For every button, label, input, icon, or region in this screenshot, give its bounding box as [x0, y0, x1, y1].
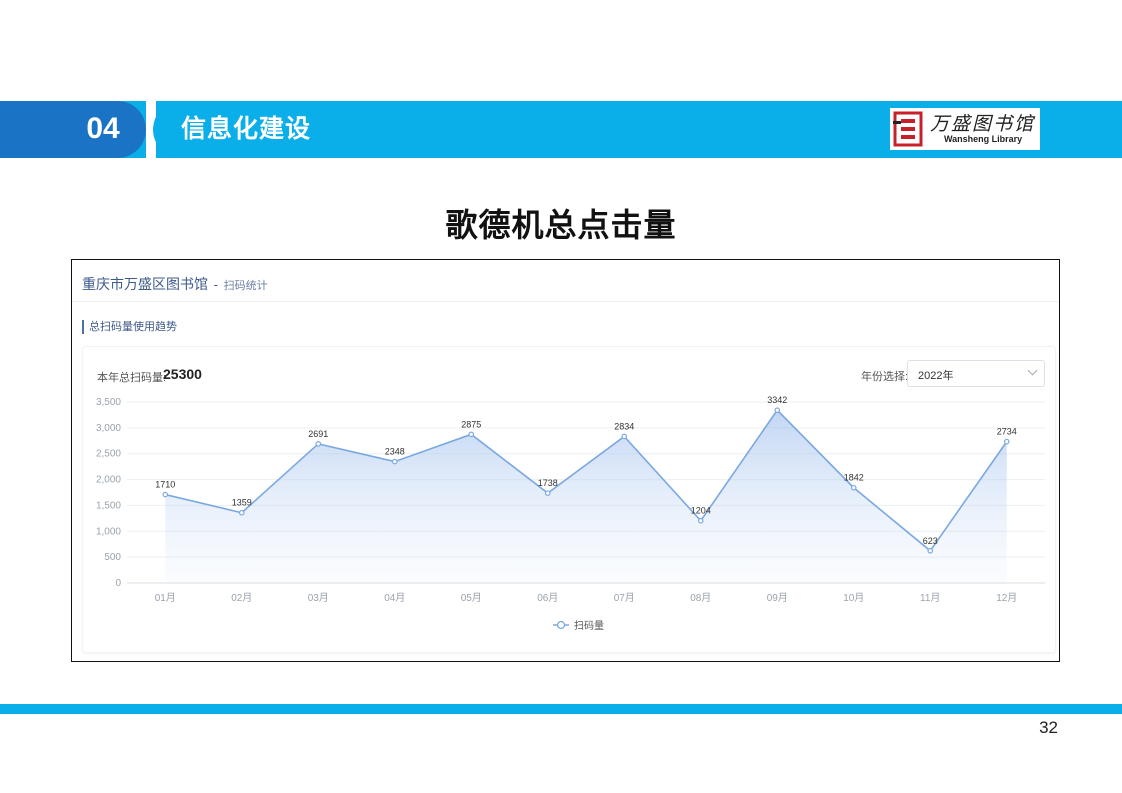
breadcrumb-main[interactable]: 重庆市万盛区图书馆	[82, 276, 208, 292]
page-heading: 歌德机总点击量	[445, 207, 677, 243]
data-label: 2691	[308, 429, 328, 439]
section-number: 04	[86, 112, 120, 145]
legend-label: 扫码量	[574, 619, 604, 632]
x-tick-label: 02月	[231, 592, 252, 604]
library-logo: 万盛图书馆 Wansheng Library	[890, 108, 1040, 150]
y-tick-label: 3,000	[96, 423, 121, 434]
data-point	[697, 517, 704, 524]
data-label: 1204	[691, 506, 711, 516]
data-point	[850, 484, 857, 491]
data-point	[774, 407, 781, 413]
x-tick-label: 09月	[767, 592, 788, 604]
data-label: 1738	[538, 478, 558, 488]
data-label: 2834	[614, 421, 634, 431]
y-tick-label: 1,500	[96, 500, 121, 511]
data-label: 2875	[461, 419, 481, 429]
data-point	[621, 433, 628, 440]
y-tick-label: 500	[104, 552, 121, 563]
logo-text-en: Wansheng Library	[944, 134, 1023, 144]
data-point	[315, 441, 322, 447]
y-tick-label: 3,500	[96, 397, 121, 408]
x-tick-label: 07月	[614, 592, 635, 604]
x-tick-label: 10月	[843, 592, 864, 604]
data-label: 1842	[844, 473, 864, 483]
legend-marker	[556, 620, 566, 630]
data-label: 623	[923, 536, 938, 546]
x-tick-label: 08月	[690, 592, 711, 604]
x-tick-label: 04月	[384, 592, 405, 604]
x-tick-label: 06月	[537, 592, 558, 604]
x-tick-label: 11月	[920, 592, 940, 604]
y-tick-label: 0	[115, 578, 121, 589]
data-label: 2734	[997, 427, 1017, 437]
data-point	[391, 458, 398, 465]
scan-trend-chart: 0 500 1,000 1,500 2,000 2,500 3,000 3,500 01月 02月…	[96, 395, 1045, 632]
data-point	[927, 547, 934, 554]
footer-band	[0, 704, 1122, 714]
section-title: 信息化建设	[181, 115, 312, 143]
data-label: 1710	[155, 480, 175, 490]
data-label: 2348	[385, 447, 405, 457]
x-tick-label: 01月	[155, 592, 176, 604]
series-area	[165, 410, 1007, 583]
data-label: 3342	[767, 395, 787, 405]
trend-section-title: 总扫码量使用趋势	[82, 320, 177, 334]
x-tick-label: 12月	[996, 592, 1017, 604]
x-tick-label: 03月	[308, 592, 329, 604]
header-divider-line	[72, 301, 1059, 302]
breadcrumb-separator: -	[213, 277, 218, 292]
x-tick-label: 05月	[461, 592, 482, 604]
data-point	[238, 509, 245, 516]
breadcrumb: 重庆市万盛区图书馆 - 扫码统计	[82, 274, 268, 294]
data-point	[1003, 438, 1010, 445]
data-point	[162, 491, 169, 498]
page-number: 32	[1039, 718, 1058, 737]
breadcrumb-sub: 扫码统计	[223, 280, 268, 292]
data-label: 1359	[232, 498, 252, 508]
library-logo-icon	[893, 111, 923, 147]
y-tick-label: 1,000	[96, 526, 121, 537]
y-tick-label: 2,000	[96, 475, 121, 486]
embedded-screenshot: 重庆市万盛区图书馆 - 扫码统计 总扫码量使用趋势 本年总扫码量: 25300 …	[71, 259, 1060, 662]
logo-text-cn: 万盛图书馆	[930, 113, 1036, 135]
data-point	[544, 490, 551, 496]
data-point	[468, 431, 475, 438]
chart-card: 本年总扫码量: 25300 年份选择: 2022年 0 500 1,000 1,500…	[82, 346, 1056, 653]
y-tick-label: 2,500	[96, 449, 121, 460]
